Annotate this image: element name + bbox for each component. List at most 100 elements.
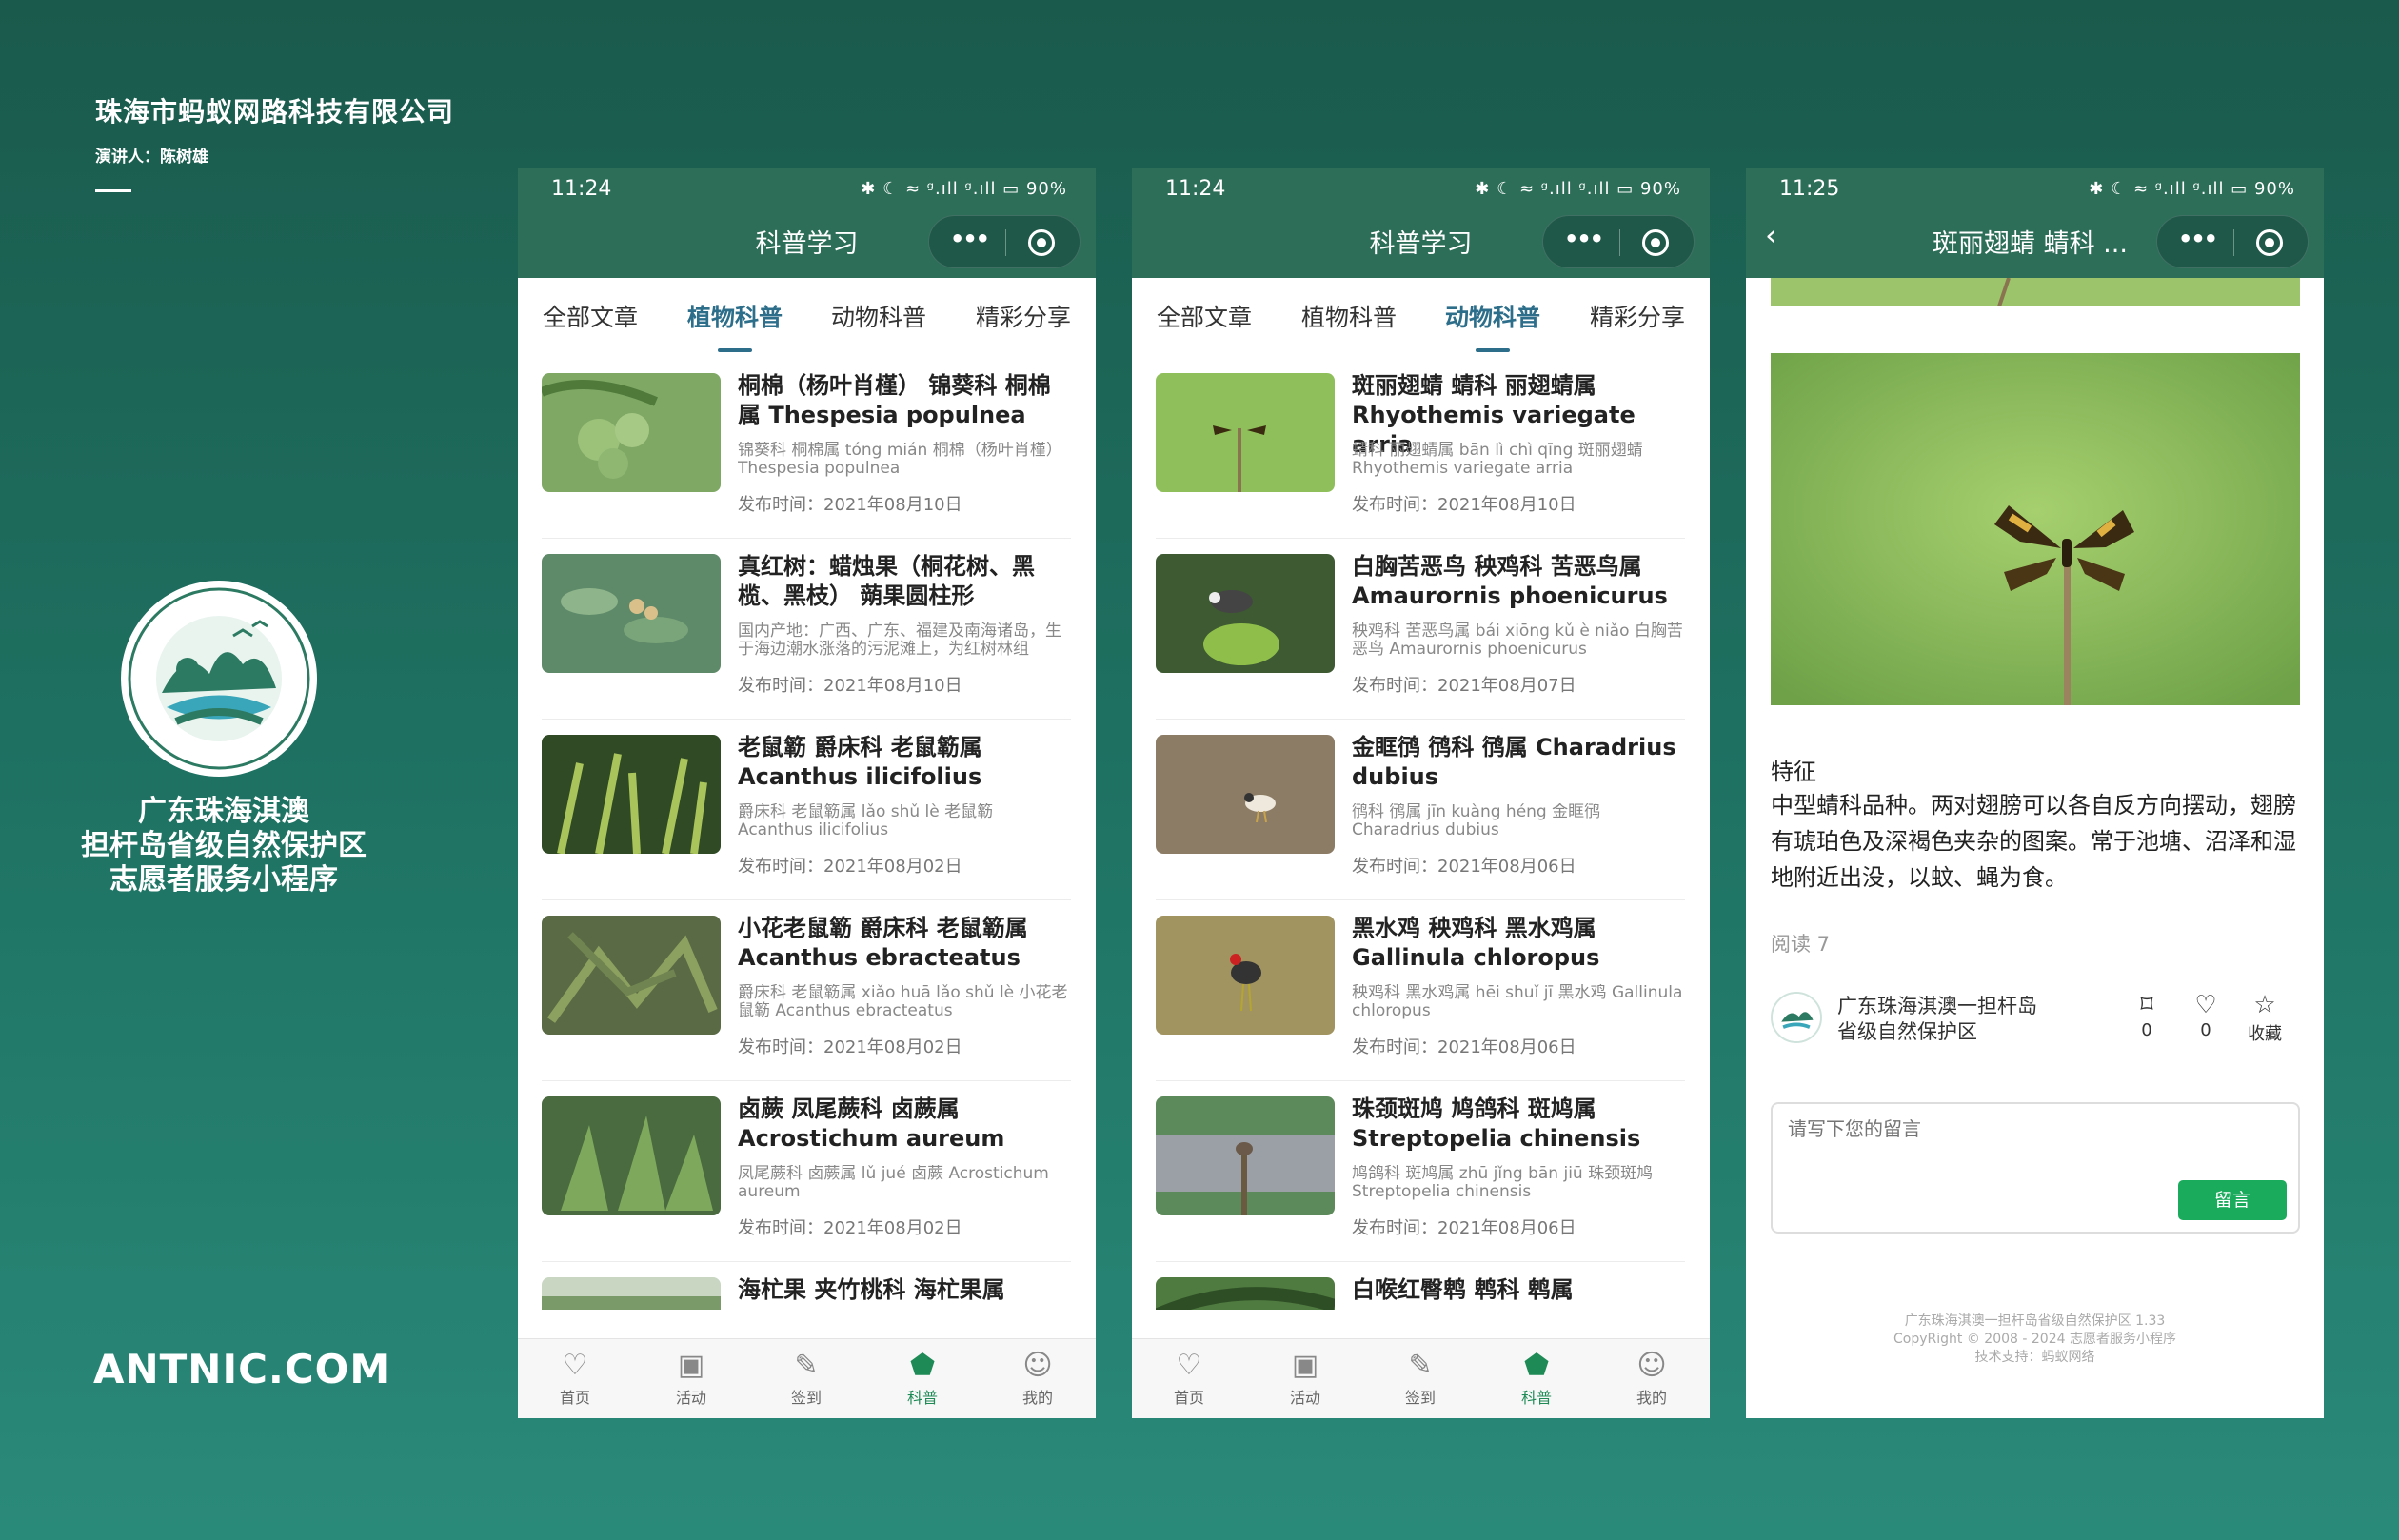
activity-icon: ▣	[1291, 1349, 1319, 1382]
article-summary: 蜻科 丽翅蜻属 bān lì chì qīng 斑丽翅蜻 Rhyothemis …	[1352, 442, 1643, 478]
article-summary: 锦葵科 桐棉属 tóng mián 桐棉（杨叶肖槿） Thespesia pop…	[738, 442, 1062, 478]
tab-highlights[interactable]: 精彩分享	[1590, 299, 1685, 333]
more-icon[interactable]: •••	[1564, 226, 1604, 252]
status-time: 11:24	[1165, 177, 1226, 201]
article-thumbnail	[542, 373, 721, 492]
page-footer: 广东珠海淇澳一担杆岛省级自然保护区 1.33 CopyRight © 2008 …	[1746, 1313, 2324, 1367]
feature-text: 中型蜻科品种。两对翅膀可以各自反方向摆动，翅膀有琥珀色及深褐色夹杂的图案。常于池…	[1771, 792, 2296, 891]
speaker-name: 演讲人：陈树雄	[95, 148, 208, 167]
like-button[interactable]: ♡ 0	[2182, 990, 2230, 1040]
program-title: 广东珠海淇澳 担杆岛省级自然保护区 志愿者服务小程序	[57, 795, 390, 898]
phone-article-detail: 11:25 ✱ ☾ ≈ ᵍ.ıll ᵍ.ıll ▭ 90% ‹ 斑丽翅蜻 蜻科 …	[1746, 168, 2324, 1418]
article-thumbnail	[542, 1277, 721, 1310]
phone-animal-list: 11:24 ✱ ☾ ≈ ᵍ.ıll ᵍ.ıll ▭ 90% 科普学习 ••• 全…	[1132, 168, 1710, 1418]
tab-plant-science[interactable]: 植物科普	[687, 299, 783, 352]
list-item[interactable]: 小花老鼠簕 爵床科 老鼠簕属 Acanthus ebracteatus 爵床科 …	[542, 900, 1071, 1081]
nav-home[interactable]: ♡ 首页	[532, 1347, 618, 1408]
list-item[interactable]: 真红树：蜡烛果（桐花树、黑榄、黑枝） 蒴果圆柱形 国内产地：广西、广东、福建及南…	[542, 539, 1071, 720]
divider	[95, 189, 131, 192]
favorite-button[interactable]: ☆ 收藏	[2241, 990, 2289, 1045]
tab-animal-science[interactable]: 动物科普	[831, 299, 926, 333]
science-icon: ⬟	[909, 1349, 936, 1382]
list-item[interactable]: 海杧果 夹竹桃科 海杧果属	[542, 1262, 1071, 1310]
back-icon[interactable]: ‹	[1765, 217, 1777, 253]
program-title-line: 担杆岛省级自然保护区	[81, 829, 367, 862]
comment-box: 留言	[1771, 1102, 2300, 1234]
tab-all-articles[interactable]: 全部文章	[1157, 299, 1252, 333]
close-miniprogram-icon[interactable]	[1028, 229, 1055, 256]
article-summary: 国内产地：广西、广东、福建及南海诸岛，生于海边潮水涨落的污泥滩上，为红树林组	[738, 622, 1061, 659]
article-date: 发布时间：2021年08月06日	[1352, 857, 1576, 877]
list-item[interactable]: 珠颈斑鸠 鸠鸽科 斑鸠属 Streptopelia chinensis 鸠鸽科 …	[1156, 1081, 1685, 1262]
close-miniprogram-icon[interactable]	[2256, 229, 2283, 256]
profile-icon: ☺	[1636, 1349, 1667, 1382]
status-icons: ✱ ☾ ≈ ᵍ.ıll ᵍ.ıll ▭ 90%	[1475, 179, 1681, 199]
list-item[interactable]: 老鼠簕 爵床科 老鼠簕属 Acanthus ilicifolius 爵床科 老鼠…	[542, 720, 1071, 900]
comment-input[interactable]	[1788, 1117, 2283, 1140]
article-date: 发布时间：2021年08月06日	[1352, 1037, 1576, 1057]
article-date: 发布时间：2021年08月07日	[1352, 676, 1576, 696]
article-title: 老鼠簕 爵床科 老鼠簕属 Acanthus ilicifolius	[738, 734, 982, 790]
tab-all-articles[interactable]: 全部文章	[543, 299, 638, 333]
nav-activity[interactable]: ▣ 活动	[1262, 1347, 1348, 1408]
tab-plant-science[interactable]: 植物科普	[1301, 299, 1397, 333]
article-date: 发布时间：2021年08月10日	[738, 495, 962, 515]
article-list: 斑丽翅蜻 蜻科 丽翅蜻属 Rhyothemis variegate arria …	[1132, 358, 1710, 1310]
more-icon[interactable]: •••	[950, 226, 990, 252]
list-item[interactable]: 白喉红臀鹎 鹎科 鹎属	[1156, 1262, 1685, 1310]
close-miniprogram-icon[interactable]	[1642, 229, 1669, 256]
bookmark-button[interactable]: ⌑ 0	[2123, 990, 2171, 1040]
status-time: 11:25	[1779, 177, 1840, 201]
nav-checkin[interactable]: ✎ 签到	[1378, 1347, 1463, 1408]
article-summary: 凤尾蕨科 卤蕨属 lǔ jué 卤蕨 Acrostichum aureum	[738, 1165, 1049, 1201]
article-date: 发布时间：2021年08月02日	[738, 1037, 962, 1057]
nav-profile[interactable]: ☺ 我的	[1609, 1347, 1695, 1408]
author-name: 广东珠海淇澳一担杆岛 省级自然保护区	[1837, 995, 2037, 1043]
article-title: 黑水鸡 秧鸡科 黑水鸡属 Gallinula chloropus	[1352, 915, 1600, 971]
top-bar: 11:24 ✱ ☾ ≈ ᵍ.ıll ᵍ.ıll ▭ 90% 科普学习 •••	[518, 168, 1096, 278]
status-time: 11:24	[551, 177, 612, 201]
home-icon: ♡	[562, 1349, 588, 1382]
miniprogram-capsule: •••	[2156, 215, 2309, 268]
article-title: 白喉红臀鹎 鹎科 鹎属	[1352, 1276, 1574, 1303]
article-title: 真红树：蜡烛果（桐花树、黑榄、黑枝） 蒴果圆柱形	[738, 553, 1035, 609]
article-thumbnail	[1156, 1277, 1335, 1310]
miniprogram-capsule: •••	[1542, 215, 1695, 268]
bottom-nav: ♡ 首页 ▣ 活动 ✎ 签到 ⬟ 科普 ☺ 我的	[518, 1338, 1096, 1418]
checkin-icon: ✎	[1408, 1349, 1433, 1382]
website: ANTNIC.COM	[93, 1346, 391, 1392]
article-title: 海杧果 夹竹桃科 海杧果属	[738, 1276, 1005, 1303]
heart-icon: ♡	[2194, 991, 2217, 1019]
submit-comment-button[interactable]: 留言	[2178, 1180, 2287, 1220]
home-icon: ♡	[1176, 1349, 1202, 1382]
list-item[interactable]: 金眶鸻 鸻科 鸻属 Charadrius dubius 鸻科 鸻属 jīn ku…	[1156, 720, 1685, 900]
science-icon: ⬟	[1523, 1349, 1550, 1382]
list-item[interactable]: 桐棉（杨叶肖槿） 锦葵科 桐棉属 Thespesia populnea 锦葵科 …	[542, 358, 1071, 539]
article-thumbnail	[1156, 735, 1335, 854]
tab-highlights[interactable]: 精彩分享	[976, 299, 1071, 333]
star-icon: ☆	[2253, 991, 2276, 1019]
article-thumbnail	[1156, 373, 1335, 492]
list-item[interactable]: 白胸苦恶鸟 秧鸡科 苦恶鸟属 Amaurornis phoenicurus 秧鸡…	[1156, 539, 1685, 720]
nav-home[interactable]: ♡ 首页	[1146, 1347, 1232, 1408]
more-icon[interactable]: •••	[2178, 226, 2218, 252]
article-list: 桐棉（杨叶肖槿） 锦葵科 桐棉属 Thespesia populnea 锦葵科 …	[518, 358, 1096, 1310]
nav-profile[interactable]: ☺ 我的	[995, 1347, 1081, 1408]
nav-activity[interactable]: ▣ 活动	[648, 1347, 734, 1408]
article-title: 小花老鼠簕 爵床科 老鼠簕属 Acanthus ebracteatus	[738, 915, 1028, 971]
battery-percent: 90%	[1025, 179, 1067, 199]
article-summary: 秧鸡科 苦恶鸟属 bái xiōng kǔ è niǎo 白胸苦恶鸟 Amaur…	[1352, 622, 1683, 659]
list-item[interactable]: 黑水鸡 秧鸡科 黑水鸡属 Gallinula chloropus 秧鸡科 黑水鸡…	[1156, 900, 1685, 1081]
footer-line: CopyRight © 2008 - 2024 志愿者服务小程序	[1893, 1332, 2176, 1347]
nav-checkin[interactable]: ✎ 签到	[763, 1347, 849, 1408]
status-icons: ✱ ☾ ≈ ᵍ.ıll ᵍ.ıll ▭ 90%	[2089, 179, 2295, 199]
article-summary: 秧鸡科 黑水鸡属 hēi shuǐ jī 黑水鸡 Gallinula chlor…	[1352, 984, 1683, 1020]
list-item[interactable]: 斑丽翅蜻 蜻科 丽翅蜻属 Rhyothemis variegate arria …	[1156, 358, 1685, 539]
list-item[interactable]: 卤蕨 凤尾蕨科 卤蕨属 Acrostichum aureum 凤尾蕨科 卤蕨属 …	[542, 1081, 1071, 1262]
nav-science[interactable]: ⬟ 科普	[1494, 1347, 1579, 1408]
article-title: 珠颈斑鸠 鸠鸽科 斑鸠属 Streptopelia chinensis	[1352, 1096, 1641, 1152]
battery-percent: 90%	[2253, 179, 2295, 199]
nav-science[interactable]: ⬟ 科普	[880, 1347, 965, 1408]
tab-animal-science[interactable]: 动物科普	[1445, 299, 1540, 352]
article-title: 卤蕨 凤尾蕨科 卤蕨属 Acrostichum aureum	[738, 1096, 1005, 1152]
